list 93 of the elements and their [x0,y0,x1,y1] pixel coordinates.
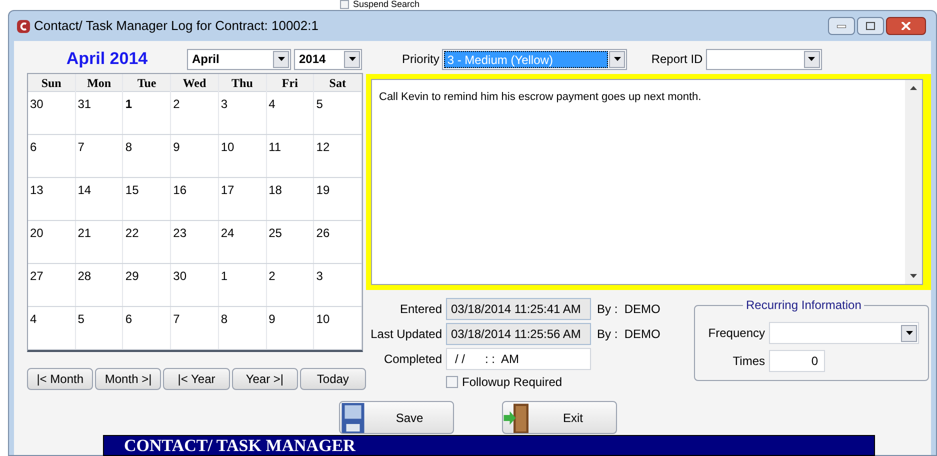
day-cell[interactable]: 21 [76,221,124,263]
day-cell[interactable]: 1 [123,92,172,134]
field-label: Entered [398,301,442,318]
field-label: Frequency [707,325,765,342]
field-label: Times [732,353,765,370]
day-cell[interactable]: 2 [171,92,219,134]
day-cell[interactable]: 16 [171,178,219,220]
day-cell[interactable]: 22 [123,221,172,263]
weekday-header: Sun [28,74,76,92]
minimize-icon [837,24,846,28]
day-cell[interactable]: 25 [266,221,314,263]
day-cell[interactable]: 6 [123,307,172,349]
caption-banner: CONTACT/ TASK MANAGER [103,435,875,456]
frequency-select[interactable] [769,322,919,344]
field-label: Report ID [651,51,703,68]
day-cell[interactable]: 12 [314,135,362,177]
action-button[interactable]: Save [339,401,454,434]
user-label: By : DEMO [597,326,660,343]
date-input[interactable]: / / : : AM [446,348,591,370]
window-title: Contact/ Task Manager Log for Contract: 10002:1 [34,17,318,36]
day-cell[interactable]: 2 [266,264,314,306]
day-cell[interactable]: 9 [171,135,219,177]
weekday-header: Tue [123,74,172,92]
day-cell[interactable]: 24 [218,221,267,263]
nav-button[interactable]: |< Year [163,368,230,390]
weekday-header: Sat [314,74,362,92]
day-cell[interactable]: 7 [76,135,124,177]
scroll-up-icon [910,86,917,90]
day-cell[interactable]: 26 [314,221,362,263]
maximize-button[interactable] [857,17,884,35]
nav-button[interactable]: |< Month [27,368,94,390]
weekday-header: Mon [76,74,124,92]
weekday-header: Thu [218,74,267,92]
day-cell[interactable]: 8 [218,307,267,349]
day-cell[interactable]: 29 [123,264,172,306]
report-id-select[interactable] [706,48,822,70]
nav-button[interactable]: Month >| [95,368,162,390]
close-button[interactable] [886,17,926,35]
weekday-header: Fri [266,74,314,92]
day-cell[interactable]: 9 [266,307,314,349]
field-label: Priority [402,51,440,68]
day-cell[interactable]: 1 [218,264,267,306]
month-heading: April 2014 [65,48,149,70]
day-cell[interactable]: 5 [76,307,124,349]
close-icon [901,22,911,30]
checkbox[interactable] [446,376,458,388]
day-cell[interactable]: 18 [266,178,314,220]
day-cell[interactable]: 10 [314,307,362,349]
date-field: 03/18/2014 11:25:41 AM [446,298,591,320]
field-label: Completed [382,351,442,368]
checkbox[interactable] [340,0,349,9]
day-cell[interactable]: 6 [28,135,76,177]
door-exit-icon [503,402,530,432]
maximize-icon [866,22,875,30]
times-input[interactable]: 0 [769,350,825,372]
day-cell[interactable]: 11 [266,135,314,177]
day-cell[interactable]: 14 [76,178,124,220]
checkbox-label: Followup Required [462,374,562,391]
user-label: By : DEMO [597,301,660,318]
day-cell[interactable]: 4 [266,92,314,134]
note-field[interactable]: Call Kevin to remind him his escrow payment goes up next month. [371,79,923,285]
day-cell[interactable]: 31 [76,92,124,134]
day-cell[interactable]: 30 [28,92,76,134]
group-title: Recurring Information [743,298,864,312]
month-select[interactable]: April [187,48,291,70]
minimize-button[interactable] [828,17,855,35]
day-cell[interactable]: 20 [28,221,76,263]
day-cell[interactable]: 3 [218,92,267,134]
day-cell[interactable]: 7 [171,307,219,349]
scrollbar[interactable] [905,80,922,284]
day-cell[interactable]: 30 [171,264,219,306]
date-field: 03/18/2014 11:25:56 AM [446,323,591,345]
year-select[interactable]: 2014 [294,48,362,70]
nav-button[interactable]: Today [300,368,366,390]
checkbox-label: Suspend Search [353,0,420,9]
day-cell[interactable]: 17 [218,178,267,220]
action-button[interactable]: Exit [502,401,617,434]
day-cell[interactable]: 15 [123,178,172,220]
scroll-down-icon [910,274,917,278]
day-cell[interactable]: 27 [28,264,76,306]
field-label: Last Updated [370,326,442,343]
day-cell[interactable]: 4 [28,307,76,349]
day-cell[interactable]: 5 [314,92,362,134]
weekday-header: Wed [171,74,219,92]
day-cell[interactable]: 8 [123,135,172,177]
day-cell[interactable]: 28 [76,264,124,306]
day-cell[interactable]: 19 [314,178,362,220]
day-cell[interactable]: 3 [314,264,362,306]
day-cell[interactable]: 23 [171,221,219,263]
nav-button[interactable]: Year >| [232,368,298,390]
day-cell[interactable]: 13 [28,178,76,220]
app-icon [17,20,30,32]
day-cell[interactable]: 10 [218,135,267,177]
